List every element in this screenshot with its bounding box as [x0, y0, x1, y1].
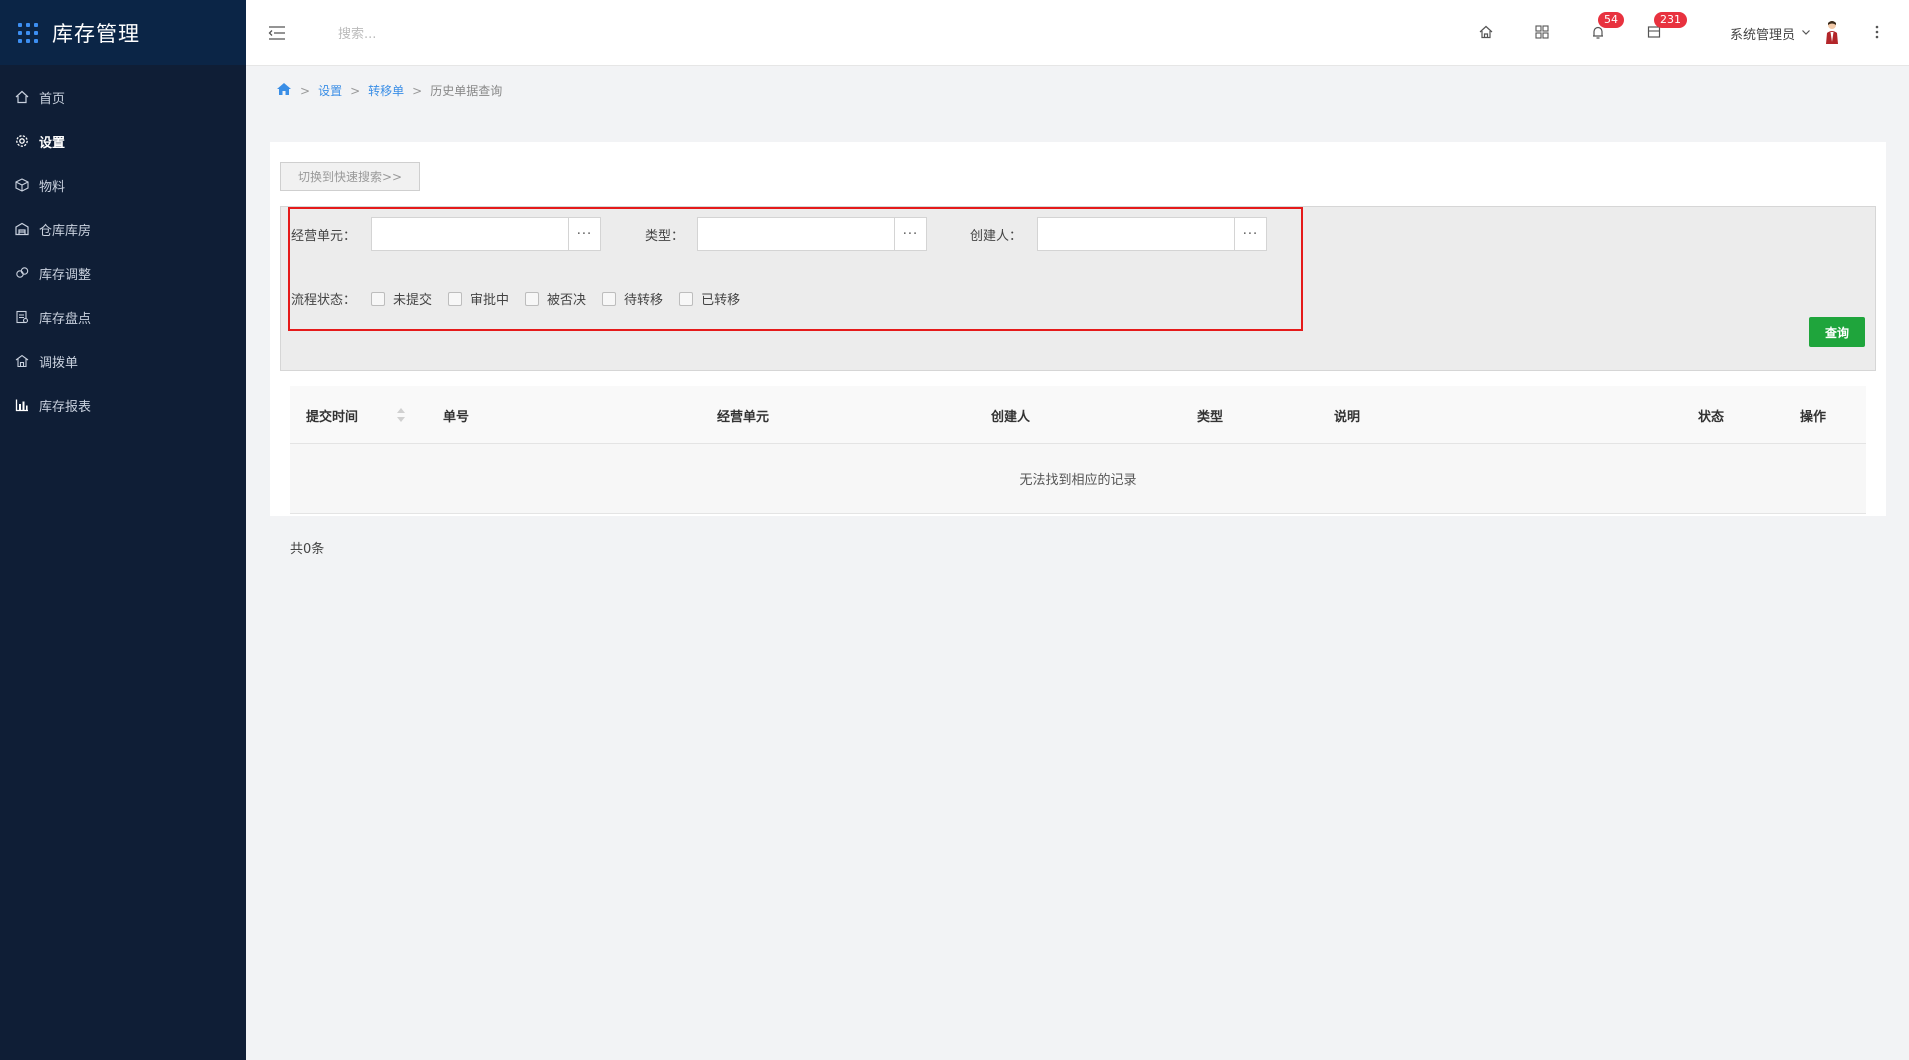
app-grid-icon: [18, 22, 38, 43]
avatar[interactable]: [1824, 20, 1840, 46]
column-header-actions: 操作: [1800, 410, 1827, 425]
home-icon[interactable]: [276, 82, 292, 99]
breadcrumb-separator: >: [350, 83, 361, 98]
checkbox-label: 待转移: [624, 293, 664, 308]
empty-state: 无法找到相应的记录: [290, 444, 1866, 514]
breadcrumb-separator: >: [412, 83, 423, 98]
type-label: 类型：: [645, 229, 685, 244]
status-label: 流程状态：: [291, 293, 357, 308]
column-header-status: 状态: [1698, 410, 1725, 425]
home-icon[interactable]: [1478, 24, 1496, 42]
sidebar-nav: 首页 设置 物料 仓库库房 库存调整 库存盘点 调拨单 库存报表: [0, 65, 246, 427]
adjust-icon: [14, 265, 30, 281]
sidebar-item-label: 库存报表: [39, 399, 92, 415]
breadcrumb: > 设置 > 转移单 > 历史单据查询: [276, 82, 502, 99]
user-name: 系统管理员: [1730, 28, 1796, 43]
advanced-search-panel: 经营单元： ··· 类型： ··· 创建人： ··· 流程状态： 未提交 审批中: [280, 206, 1876, 371]
sidebar-item-inventory-adjust[interactable]: 库存调整: [0, 251, 246, 295]
box-icon: [14, 177, 30, 193]
creator-label: 创建人：: [970, 229, 1023, 244]
type-field[interactable]: ···: [697, 217, 927, 251]
business-unit-lookup-button[interactable]: ···: [568, 218, 600, 250]
creator-lookup-button[interactable]: ···: [1234, 218, 1266, 250]
total-count: 共0条: [290, 542, 325, 557]
apps-grid-icon[interactable]: [1534, 24, 1552, 42]
status-checkbox-pending-transfer[interactable]: 待转移: [602, 289, 663, 308]
breadcrumb-link-settings[interactable]: 设置: [318, 82, 342, 99]
message-badge: 231: [1654, 12, 1687, 28]
sidebar-item-settings[interactable]: 设置: [0, 119, 246, 163]
sidebar-item-label: 库存调整: [39, 267, 92, 283]
checkbox[interactable]: [602, 291, 617, 306]
status-checkbox-group: 未提交 审批中 被否决 待转移 已转移: [371, 289, 756, 308]
sidebar-item-materials[interactable]: 物料: [0, 163, 246, 207]
home-icon: [14, 89, 30, 105]
sidebar-item-home[interactable]: 首页: [0, 75, 246, 119]
status-checkbox-transferred[interactable]: 已转移: [679, 289, 740, 308]
checkbox[interactable]: [679, 291, 694, 306]
warehouse-icon: [14, 221, 30, 237]
status-checkbox-in-approval[interactable]: 审批中: [448, 289, 509, 308]
breadcrumb-current: 历史单据查询: [430, 84, 503, 98]
business-unit-label: 经营单元：: [291, 229, 357, 244]
column-header-creator: 创建人: [991, 410, 1031, 425]
checkbox-label: 已转移: [701, 293, 741, 308]
query-button[interactable]: 查询: [1809, 317, 1865, 347]
column-header-order-no: 单号: [443, 410, 470, 425]
business-unit-input[interactable]: [372, 218, 568, 250]
sidebar-item-label: 物料: [39, 179, 66, 195]
sidebar-item-label: 首页: [39, 91, 66, 107]
sidebar: 库存管理 首页 设置 物料 仓库库房 库存调整 库存盘点 调拨单 库存报表: [0, 0, 246, 1060]
sort-icon[interactable]: [396, 406, 406, 424]
results-table: 提交时间 单号 经营单元 创建人 类型 说明 状态 操作 无法找到相应的记录: [290, 386, 1866, 514]
app-title: 库存管理: [52, 21, 140, 46]
column-header-description: 说明: [1334, 410, 1361, 425]
transfer-icon: [14, 353, 30, 369]
type-lookup-button[interactable]: ···: [894, 218, 926, 250]
sidebar-item-warehouse[interactable]: 仓库库房: [0, 207, 246, 251]
checkbox-label: 被否决: [547, 293, 587, 308]
more-vertical-icon[interactable]: [1874, 24, 1880, 44]
sidebar-item-inventory-count[interactable]: 库存盘点: [0, 295, 246, 339]
checkbox[interactable]: [371, 291, 385, 306]
user-menu[interactable]: 系统管理员: [1730, 24, 1811, 43]
switch-quick-search-button[interactable]: 切换到快速搜索>>: [280, 162, 420, 191]
creator-input[interactable]: [1038, 218, 1234, 250]
sidebar-item-label: 调拨单: [39, 355, 79, 371]
creator-field[interactable]: ···: [1037, 217, 1267, 251]
gear-icon: [14, 133, 30, 149]
breadcrumb-link-transfer-order[interactable]: 转移单: [368, 82, 404, 99]
sidebar-item-label: 设置: [39, 135, 66, 151]
checkbox[interactable]: [448, 291, 463, 306]
chevron-down-icon: [1801, 26, 1811, 41]
top-header: 54 231 系统管理员: [246, 0, 1909, 66]
breadcrumb-separator: >: [300, 83, 311, 98]
notification-bell-icon[interactable]: 54: [1590, 12, 1624, 42]
column-header-type: 类型: [1197, 410, 1224, 425]
menu-toggle-icon[interactable]: [268, 24, 286, 42]
business-unit-field[interactable]: ···: [371, 217, 601, 251]
checkbox-label: 审批中: [470, 293, 510, 308]
table-header: 提交时间 单号 经营单元 创建人 类型 说明 状态 操作: [290, 386, 1866, 444]
column-header-submit-time[interactable]: 提交时间: [306, 406, 358, 425]
type-input[interactable]: [698, 218, 894, 250]
sidebar-item-transfer[interactable]: 调拨单: [0, 339, 246, 383]
main-card: 切换到快速搜索>> 经营单元： ··· 类型： ··· 创建人： ··· 流程状…: [270, 142, 1886, 516]
sidebar-item-reports[interactable]: 库存报表: [0, 383, 246, 427]
checkbox[interactable]: [525, 291, 540, 306]
status-checkbox-rejected[interactable]: 被否决: [525, 289, 586, 308]
message-box-icon[interactable]: 231: [1646, 12, 1687, 42]
chart-icon: [14, 397, 30, 413]
sidebar-item-label: 库存盘点: [39, 311, 92, 327]
brand[interactable]: 库存管理: [0, 0, 246, 65]
column-header-business-unit: 经营单元: [717, 410, 770, 425]
status-checkbox-not-submitted[interactable]: 未提交: [371, 289, 432, 308]
search-input[interactable]: [338, 20, 538, 48]
inventory-icon: [14, 309, 30, 325]
notification-badge: 54: [1598, 12, 1624, 28]
checkbox-label: 未提交: [393, 293, 433, 308]
sidebar-item-label: 仓库库房: [39, 223, 92, 239]
